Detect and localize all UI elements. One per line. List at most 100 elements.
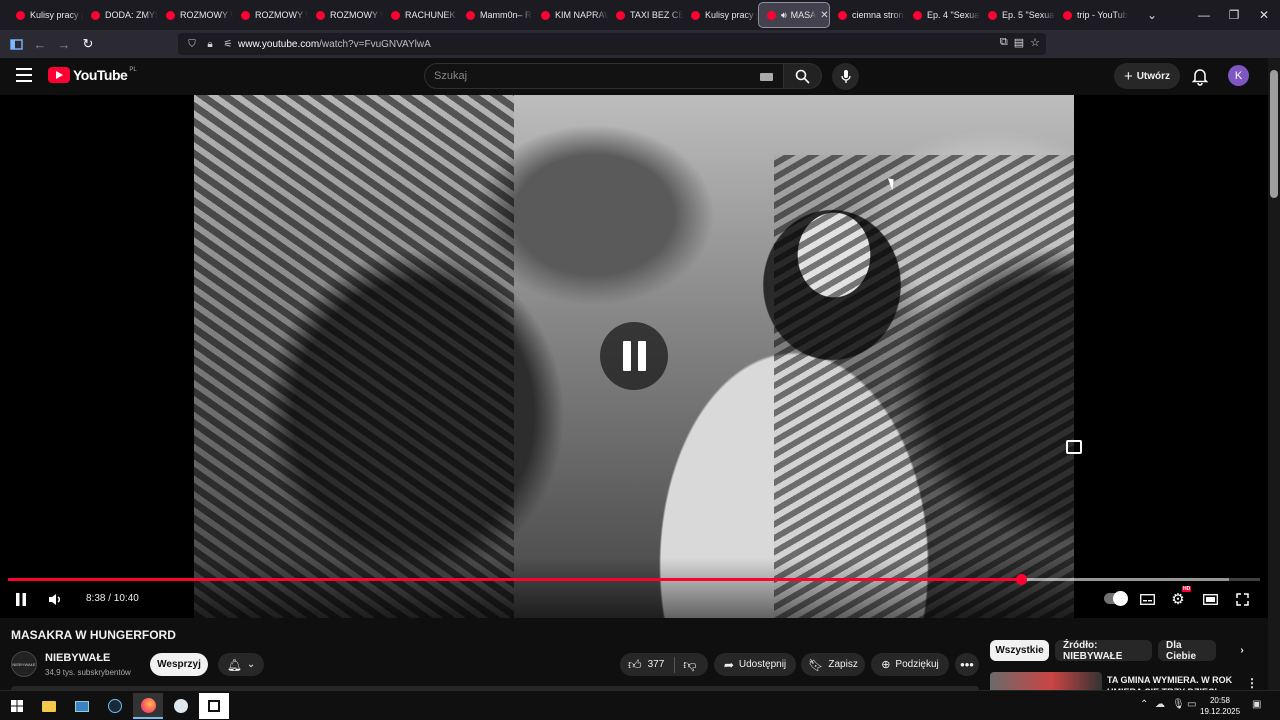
app-satellite-icon[interactable] <box>166 693 196 719</box>
browser-tab[interactable]: TAXI BEZ CEN <box>608 2 683 28</box>
url-bar[interactable]: ⛉ 🔒︎ ⚟ www.youtube.com/watch?v=FvuGNVAYl… <box>178 33 1046 55</box>
tab-label: TAXI BEZ CEN <box>630 10 683 20</box>
windows-taskbar: ⌃ ☁ 🎙︎ ▭ 20:58 19.12.2025 ▣ <box>0 690 1280 720</box>
subtitles-icon <box>1139 593 1155 605</box>
chevron-right-icon[interactable]: › <box>1232 640 1252 661</box>
thanks-button[interactable]: ⊕ Podziękuj <box>871 653 949 676</box>
notifications-center-icon[interactable]: ▣ <box>1252 699 1261 710</box>
tab-label: ROZMOWY W <box>255 10 308 20</box>
thanks-icon: ⊕ <box>881 659 891 671</box>
menu-hamburger-icon[interactable] <box>16 68 32 82</box>
youtube-favicon-icon <box>466 10 475 20</box>
picture-in-picture-icon[interactable]: ⧉ <box>1000 36 1008 49</box>
browser-tab[interactable]: ciemna strona <box>830 2 905 28</box>
browser-tab-active[interactable]: 🔊︎ MASA ✕ <box>758 2 830 28</box>
like-button[interactable]: 👍︎ 377 <box>628 657 664 673</box>
scrollbar-thumb[interactable] <box>1270 70 1278 198</box>
taskbar-clock[interactable]: 20:58 19.12.2025 <box>1200 695 1240 717</box>
youtube-favicon-icon <box>691 10 700 20</box>
notifications-bell-icon[interactable] <box>1190 66 1210 86</box>
steam-icon[interactable] <box>100 693 130 719</box>
filter-chip-for-you[interactable]: Dla Ciebie <box>1158 640 1216 662</box>
remote-desktop-icon[interactable] <box>67 693 97 719</box>
volume-button[interactable] <box>44 588 66 610</box>
dislike-button[interactable]: 👎︎ <box>683 657 696 673</box>
browser-nav-bar: ← → ↻ ⛉ 🔒︎ ⚟ www.youtube.com/watch?v=Fvu… <box>0 30 1280 81</box>
logo-text: YouTube <box>73 67 128 83</box>
autoplay-toggle[interactable] <box>1104 591 1128 606</box>
tab-audio-icon[interactable]: 🔊︎ <box>781 10 787 21</box>
create-button[interactable]: + Utwórz <box>1114 63 1180 89</box>
user-avatar[interactable]: K <box>1228 65 1249 86</box>
reader-view-icon[interactable]: ▤ <box>1014 36 1024 49</box>
browser-tab[interactable]: ROZMOWY W <box>158 2 233 28</box>
youtube-favicon-icon <box>838 10 847 20</box>
restore-icon[interactable]: ❐ <box>1218 0 1250 30</box>
more-actions-button[interactable]: ••• <box>955 653 979 676</box>
notion-icon[interactable] <box>199 693 229 719</box>
back-arrow-icon[interactable]: ← <box>28 32 52 56</box>
url-text[interactable]: www.youtube.com/watch?v=FvuGNVAYlwA <box>238 39 431 50</box>
tab-overflow-chevron-icon[interactable]: ⌄ <box>1136 0 1168 30</box>
reload-icon[interactable]: ↻ <box>76 32 100 56</box>
channel-name[interactable]: NIEBYWAŁE <box>45 652 110 664</box>
page-scrollbar[interactable] <box>1268 58 1280 690</box>
pause-button[interactable] <box>10 588 32 610</box>
browser-tab[interactable]: ROZMOWY W <box>233 2 308 28</box>
browser-tab[interactable]: DODA: ZMYŚ <box>83 2 158 28</box>
windows-start-icon[interactable] <box>2 693 32 719</box>
minimize-icon[interactable]: — <box>1188 0 1220 30</box>
search-icon <box>795 69 810 84</box>
search-button[interactable] <box>784 63 822 89</box>
channel-avatar[interactable]: NIEBYWAŁE <box>11 651 37 677</box>
microphone-tray-icon[interactable]: 🎙︎ <box>1172 699 1185 710</box>
browser-tab[interactable]: Kulisy pracy p <box>8 2 83 28</box>
fullscreen-icon <box>1235 592 1249 606</box>
tab-label: ROZMOWY W <box>180 10 233 20</box>
subscription-bell-button[interactable]: 🔔︎ ⌄ <box>218 653 264 676</box>
sidebar-toggle-icon[interactable] <box>4 32 28 56</box>
shield-icon[interactable]: ⛉ <box>184 39 200 50</box>
bell-icon: 🔔︎ <box>226 657 242 672</box>
onedrive-icon[interactable]: ☁ <box>1155 699 1165 710</box>
save-button[interactable]: 🔖︎ Zapisz <box>801 653 865 676</box>
tab-label: Mamm0n– R <box>480 10 532 20</box>
network-icon[interactable]: ▭ <box>1187 699 1196 710</box>
fullscreen-button[interactable] <box>1231 588 1253 610</box>
browser-tab[interactable]: trip - YouTub <box>1055 2 1130 28</box>
subtitles-button[interactable] <box>1136 588 1158 610</box>
keyboard-icon[interactable] <box>760 73 773 81</box>
theater-mode-button[interactable] <box>1199 588 1221 610</box>
forward-arrow-icon[interactable]: → <box>52 32 76 56</box>
tab-close-icon[interactable]: ✕ <box>820 10 828 21</box>
voice-search-button[interactable] <box>832 63 859 90</box>
share-button[interactable]: ➦ Udostępnij <box>714 653 796 676</box>
video-player[interactable]: 8:38 / 10:40 ⚙ HD <box>0 95 1268 618</box>
support-button[interactable]: Wesprzyj <box>150 653 208 676</box>
filter-chip-source[interactable]: Źródło: NIEBYWAŁE <box>1055 640 1152 662</box>
volume-icon <box>48 593 60 605</box>
browser-tab[interactable]: Mamm0n– R <box>458 2 533 28</box>
browser-tab[interactable]: Ep. 4 "Sexual <box>905 2 980 28</box>
lock-icon[interactable]: 🔒︎ <box>202 39 218 50</box>
filter-chip-all[interactable]: Wszystkie <box>990 640 1049 661</box>
tray-overflow-chevron-icon[interactable]: ⌃ <box>1140 699 1148 710</box>
firefox-icon[interactable] <box>133 693 163 719</box>
miniplayer-icon[interactable] <box>1066 440 1082 454</box>
browser-tab[interactable]: Kulisy pracy p <box>683 2 758 28</box>
center-pause-icon[interactable] <box>600 322 668 390</box>
progress-bar[interactable] <box>8 574 1260 585</box>
close-window-icon[interactable]: ✕ <box>1248 0 1280 30</box>
file-explorer-icon[interactable] <box>34 693 64 719</box>
permissions-icon[interactable]: ⚟ <box>220 39 236 50</box>
browser-tab[interactable]: RACHUNEK S <box>383 2 458 28</box>
scrubber-handle[interactable] <box>1015 574 1027 585</box>
bookmark-star-icon[interactable]: ☆ <box>1030 36 1040 49</box>
browser-tab[interactable]: KIM NAPRAW <box>533 2 608 28</box>
youtube-logo[interactable]: YouTube PL <box>48 67 137 83</box>
browser-tab[interactable]: ROZMOWY W <box>308 2 383 28</box>
recommended-thumbnail[interactable] <box>990 672 1102 690</box>
bookmark-icon: 🔖︎ <box>808 657 824 672</box>
browser-tab[interactable]: Ep. 5 "Sexual <box>980 2 1055 28</box>
search-input[interactable]: Szukaj <box>424 63 784 89</box>
